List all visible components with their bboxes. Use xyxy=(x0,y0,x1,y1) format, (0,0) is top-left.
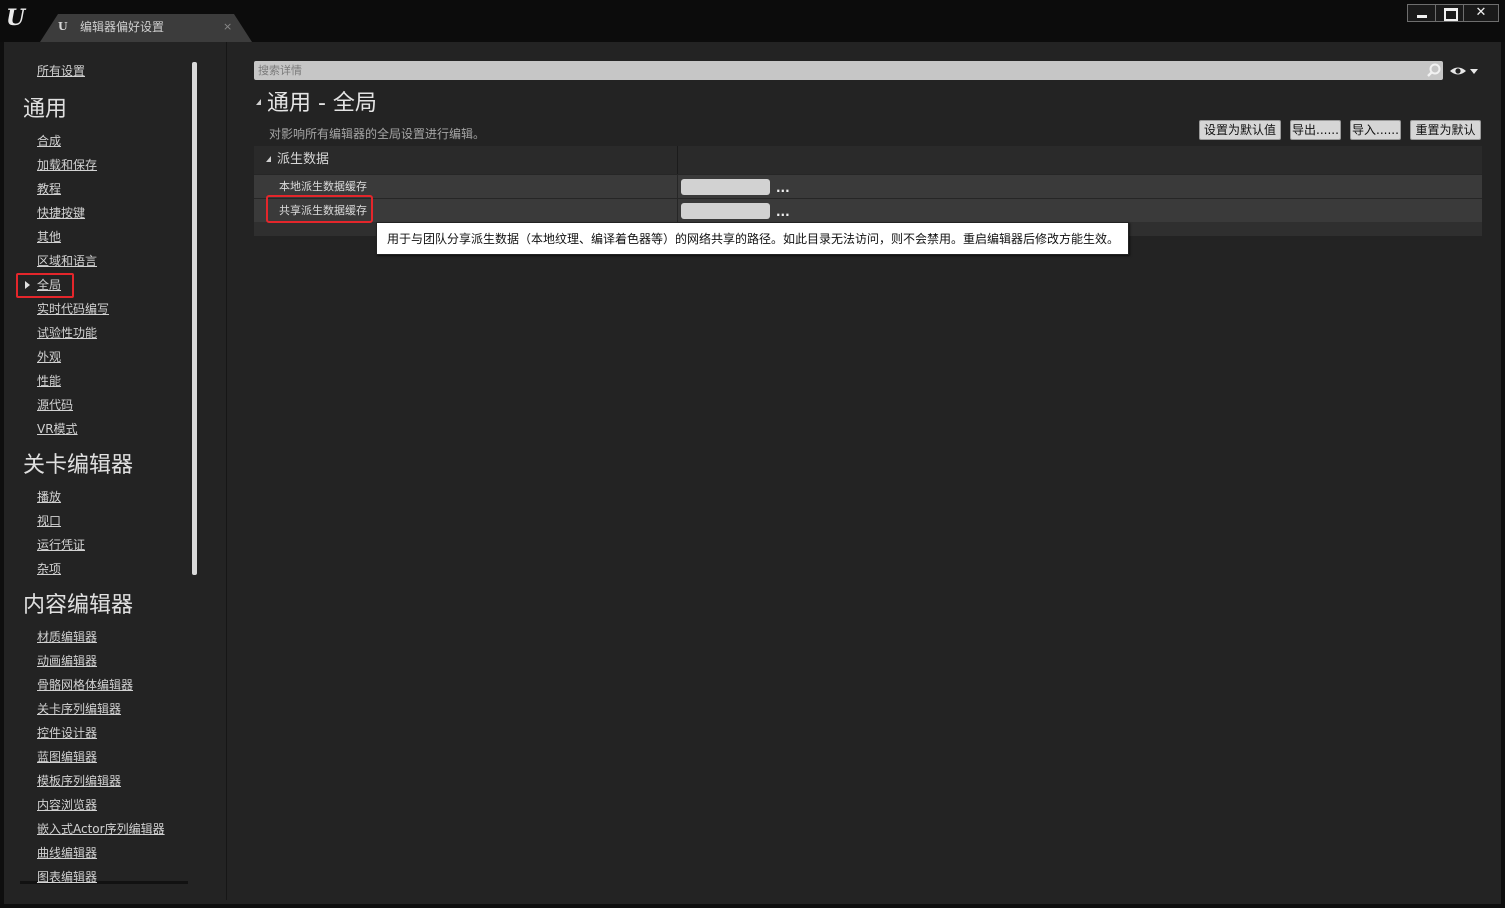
category-header-derived-data[interactable] xyxy=(254,146,1482,174)
sidebar-item-live-coding[interactable]: 实时代码编写 xyxy=(37,302,109,316)
sidebar-item-template-sequence-editor[interactable]: 模板序列编辑器 xyxy=(37,774,121,788)
visibility-eye-icon[interactable] xyxy=(1449,64,1479,78)
sidebar-item-appearance[interactable]: 外观 xyxy=(37,350,61,364)
browse-local-ddc-button[interactable]: ... xyxy=(776,182,790,194)
sidebar-item-vr-mode[interactable]: VR模式 xyxy=(37,422,78,436)
property-row xyxy=(254,174,1482,198)
sidebar-item-misc[interactable]: 杂项 xyxy=(37,562,61,576)
tooltip-text: 用于与团队分享派生数据（本地纹理、编译着色器等）的网络共享的路径。如此目录无法访… xyxy=(387,232,1120,246)
page-title: 通用 - 全局 xyxy=(267,91,377,116)
sidebar-item-play[interactable]: 播放 xyxy=(37,490,61,504)
sidebar-item-material-editor[interactable]: 材质编辑器 xyxy=(37,630,97,644)
column-divider xyxy=(677,198,678,222)
browse-shared-ddc-button[interactable]: ... xyxy=(776,206,790,218)
sidebar-item-miscellaneous[interactable]: 其他 xyxy=(37,230,61,244)
tooltip: 用于与团队分享派生数据（本地纹理、编译着色器等）的网络共享的路径。如此目录无法访… xyxy=(376,222,1129,255)
minimize-icon[interactable] xyxy=(1408,5,1436,21)
category-collapse-icon[interactable] xyxy=(266,156,271,162)
tab-title: 编辑器偏好设置 xyxy=(80,20,165,34)
sidebar-scrollbar[interactable] xyxy=(192,62,197,575)
sidebar-item-keyboard-shortcuts[interactable]: 快捷按键 xyxy=(37,206,85,220)
reset-to-default-button[interactable]: 重置为默认 xyxy=(1410,120,1481,140)
sidebar-divider xyxy=(226,42,227,900)
window-controls: ✕ xyxy=(1407,4,1499,22)
unreal-logo-icon[interactable]: U xyxy=(6,6,30,30)
sidebar-item-experimental[interactable]: 试验性功能 xyxy=(37,326,97,340)
sidebar-all-settings[interactable]: 所有设置 xyxy=(37,64,85,78)
sidebar-item-graph-editor[interactable]: 图表编辑器 xyxy=(37,870,97,884)
sidebar-group-content-editors: 内容编辑器 xyxy=(23,593,134,618)
tab-close-icon[interactable]: × xyxy=(223,20,232,34)
search-input[interactable] xyxy=(258,62,1418,79)
search-bar xyxy=(254,61,1443,80)
sidebar-item-curve-editor[interactable]: 曲线编辑器 xyxy=(37,846,97,860)
sidebar-item-blueprint-editor[interactable]: 蓝图编辑器 xyxy=(37,750,97,764)
sidebar-item-embedded-actor-sequence-editor[interactable]: 嵌入式Actor序列编辑器 xyxy=(37,822,165,836)
column-divider xyxy=(677,174,678,198)
column-divider xyxy=(677,146,678,174)
selected-item-highlight xyxy=(16,273,74,298)
shared-ddc-path-input[interactable] xyxy=(681,203,770,219)
search-icon[interactable] xyxy=(1427,63,1441,77)
import-button[interactable]: 导入...... xyxy=(1350,120,1401,140)
sidebar-item-skeletal-mesh-editor[interactable]: 骨骼网格体编辑器 xyxy=(37,678,133,692)
sidebar-item-tutorials[interactable]: 教程 xyxy=(37,182,61,196)
maximize-icon[interactable] xyxy=(1436,5,1464,21)
sidebar-item-run-credentials[interactable]: 运行凭证 xyxy=(37,538,85,552)
local-ddc-path-input[interactable] xyxy=(681,179,770,195)
sidebar-item-performance[interactable]: 性能 xyxy=(37,374,61,388)
sidebar-item-widget-designer[interactable]: 控件设计器 xyxy=(37,726,97,740)
sidebar-group-level-editor: 关卡编辑器 xyxy=(23,453,134,478)
sidebar-group-general: 通用 xyxy=(23,97,68,122)
sidebar-item-source-code[interactable]: 源代码 xyxy=(37,398,73,412)
property-row xyxy=(254,198,1482,222)
category-title: 派生数据 xyxy=(277,152,330,167)
sidebar-item-loading-saving[interactable]: 加载和保存 xyxy=(37,158,97,172)
settings-tab-icon: U xyxy=(58,20,68,33)
page-description: 对影响所有编辑器的全局设置进行编辑。 xyxy=(269,127,486,141)
sidebar-item-composition[interactable]: 合成 xyxy=(37,134,61,148)
sidebar-item-animation-editor[interactable]: 动画编辑器 xyxy=(37,654,97,668)
close-icon[interactable]: ✕ xyxy=(1464,5,1498,21)
property-highlight xyxy=(266,195,373,223)
set-as-default-button[interactable]: 设置为默认值 xyxy=(1199,120,1281,140)
export-button[interactable]: 导出...... xyxy=(1290,120,1341,140)
sidebar-item-region-language[interactable]: 区域和语言 xyxy=(37,254,97,268)
sidebar-item-level-sequence-editor[interactable]: 关卡序列编辑器 xyxy=(37,702,121,716)
property-label-local-ddc: 本地派生数据缓存 xyxy=(279,180,367,193)
sidebar-item-content-browser[interactable]: 内容浏览器 xyxy=(37,798,97,812)
sidebar-item-viewports[interactable]: 视口 xyxy=(37,514,61,528)
section-collapse-icon[interactable] xyxy=(256,99,261,105)
